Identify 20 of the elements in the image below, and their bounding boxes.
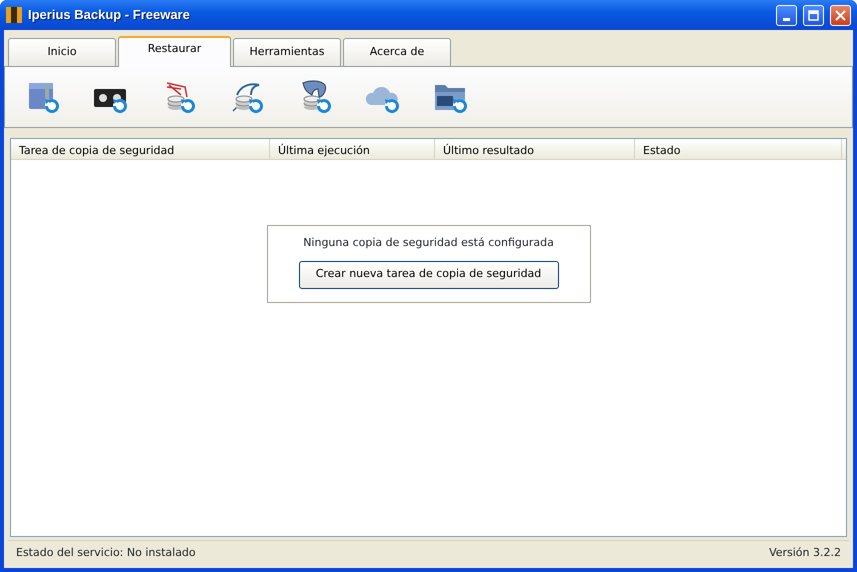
tab[interactable]: Restaurar: [118, 36, 231, 67]
tab[interactable]: Inicio: [8, 38, 116, 66]
app-logo-icon: [6, 6, 22, 24]
maximize-button[interactable]: [803, 4, 824, 26]
close-icon: [835, 10, 846, 20]
column-header[interactable]: Último resultado: [435, 139, 635, 159]
tab[interactable]: Herramientas: [233, 38, 341, 66]
version-label: Versión 3.2.2: [769, 545, 841, 562]
column-header[interactable]: Estado: [635, 139, 842, 159]
maximize-icon: [808, 10, 819, 20]
column-header[interactable]: Última ejecución: [270, 139, 435, 159]
tab[interactable]: Acerca de: [343, 38, 451, 66]
window-title: Iperius Backup - Freeware: [28, 6, 190, 24]
minimize-button[interactable]: [776, 4, 797, 26]
column-header[interactable]: Tarea de copia de seguridad: [11, 139, 270, 159]
create-task-button[interactable]: Crear nueva tarea de copia de seguridad: [298, 260, 558, 288]
close-button[interactable]: [830, 4, 851, 26]
empty-state-message: Ninguna copia de seguridad está configurada: [303, 235, 554, 251]
minimize-icon: [783, 18, 790, 20]
service-status: Estado del servicio: No instalado: [16, 545, 196, 562]
